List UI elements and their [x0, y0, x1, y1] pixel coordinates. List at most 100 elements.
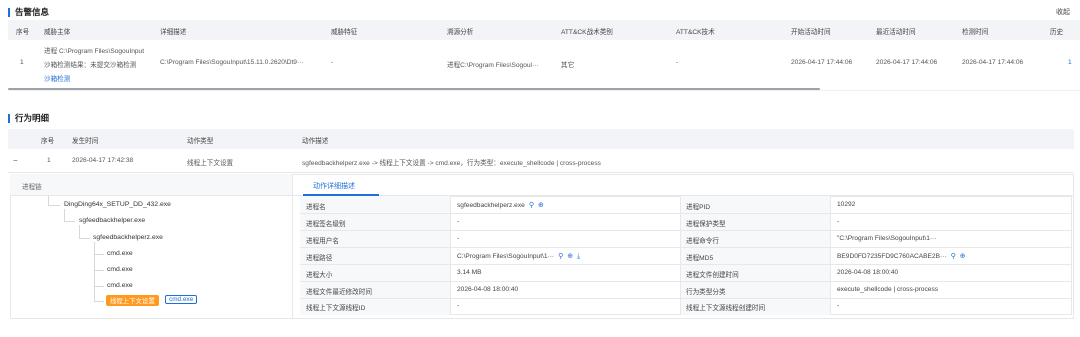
download-icon[interactable]: ⤓	[577, 253, 580, 261]
col-b-action-type: 动作类型	[187, 138, 214, 145]
detail-tab-bar	[293, 174, 1074, 196]
col-description: 详细描述	[160, 29, 187, 36]
tree-node-cmd-1[interactable]: cmd.exe	[107, 250, 133, 257]
col-detect-time: 检测时间	[962, 29, 989, 36]
behavior-section-title: 行为明细	[8, 112, 49, 124]
row-divider	[300, 281, 1072, 282]
detail-label: 进程文件最近修改时间	[306, 289, 372, 296]
detail-label: 进程文件创建时间	[686, 272, 739, 279]
alert-section-title-text: 告警信息	[15, 7, 50, 17]
tree-line	[79, 225, 80, 238]
detail-value: -	[457, 235, 460, 242]
zoom-icon[interactable]: ⊕	[567, 252, 573, 260]
col-feature: 威胁特征	[331, 29, 358, 36]
alert-tactic: 其它	[561, 62, 575, 69]
detail-value-process-name: sgfeedbackhelperz.exe ⚲ ⊕	[457, 201, 544, 209]
search-icon[interactable]: ⚲	[951, 252, 956, 260]
detail-value-pid: 10292	[837, 201, 856, 208]
detail-label: 进程PID	[686, 204, 711, 211]
detail-label: 进程名	[306, 204, 326, 211]
tree-node-cmd-3[interactable]: cmd.exe	[107, 282, 133, 289]
tree-node-sgfeedbackhelper[interactable]: sgfeedbackhelper.exe	[79, 217, 145, 224]
alert-table-row[interactable]: 1 进程 C:\Program Files\SogouInput 沙箱检测结果：…	[8, 40, 1080, 88]
process-chain-header: 进程链	[10, 174, 292, 196]
tree-line	[48, 196, 49, 205]
row-divider	[300, 298, 1072, 299]
row-collapse-toggle[interactable]: −	[13, 156, 18, 165]
detail-label: 线程上下文源线程创建时间	[686, 305, 766, 312]
detail-value: execute_shellcode | cross-process	[837, 286, 939, 293]
detail-value: 2026-04-08 18:00:40	[837, 269, 899, 276]
alert-last-time: 2026-04-17 17:44:06	[876, 59, 938, 66]
detail-label: 进程路径	[306, 255, 333, 262]
alert-trace[interactable]: 进程C:\Program Files\Sogoul···	[447, 59, 555, 69]
tree-line	[48, 205, 60, 206]
tree-node-cmd-2[interactable]: cmd.exe	[107, 266, 133, 273]
col-b-action-desc: 动作描述	[302, 138, 329, 145]
alert-subject-process: 进程 C:\Program Files\SogouInput	[44, 48, 145, 55]
alert-section-title: 告警信息	[8, 6, 49, 18]
detail-label: 进程用户名	[306, 238, 339, 245]
behavior-row-action-type: 线程上下文设置	[187, 160, 234, 167]
detail-label: 进程MD5	[686, 255, 714, 262]
zoom-icon[interactable]: ⊕	[960, 252, 966, 260]
behavior-row-action-desc: sgfeedbackhelperz.exe -> 线程上下文设置 -> cmd.…	[302, 160, 601, 167]
tab-action-detail-label: 动作详细描述	[313, 183, 355, 190]
tree-node-dingding[interactable]: DingDing64x_SETUP_DD_432.exe	[64, 201, 171, 208]
col-tactic: ATT&CK战术类别	[561, 29, 613, 36]
search-icon[interactable]: ⚲	[558, 252, 563, 260]
detail-value: -	[837, 218, 840, 225]
tree-line	[94, 242, 95, 302]
behavior-section-title-text: 行为明细	[15, 113, 50, 123]
behavior-table-row[interactable]: − 1 2026-04-17 17:42:38 线程上下文设置 sgfeedba…	[8, 150, 1074, 172]
zoom-icon[interactable]: ⊕	[538, 201, 544, 209]
behavior-table-header: 序号 发生时间 动作类型 动作描述	[8, 129, 1074, 149]
detail-table: 进程名 sgfeedbackhelperz.exe ⚲ ⊕ 进程PID 10292 …	[300, 196, 1072, 315]
target-tag-cmd[interactable]: cmd.exe	[165, 295, 198, 304]
alert-description: C:\Program Files\SogouInput\15.11.0.2620…	[160, 59, 304, 66]
detail-label: 线程上下文源线程ID	[306, 305, 366, 312]
detail-value-md5: BE9D0FD7235FD9C760ACABE2B··· ⚲ ⊕	[837, 252, 966, 260]
alert-technique: -	[676, 59, 679, 66]
col-history: 历史	[1050, 29, 1064, 36]
col-last-time: 最近活动时间	[876, 29, 916, 36]
process-chain-title: 进程链	[22, 184, 42, 191]
tab-action-detail[interactable]: 动作详细描述	[303, 174, 379, 196]
section-accent-bar	[8, 113, 10, 123]
sandbox-detect-link[interactable]: 沙箱检测	[44, 73, 70, 83]
col-b-time: 发生时间	[72, 138, 99, 145]
tree-node-sgfeedbackhelperz[interactable]: sgfeedbackhelperz.exe	[93, 234, 163, 241]
detail-value: -	[457, 218, 460, 225]
col-start-time: 开始活动时间	[791, 29, 831, 36]
tree-line	[94, 254, 104, 255]
tree-line	[79, 238, 90, 239]
row-divider	[300, 264, 1072, 265]
alert-feature: -	[331, 59, 334, 66]
alert-start-time: 2026-04-17 17:44:06	[791, 59, 853, 66]
tree-line	[64, 221, 75, 222]
col-technique: ATT&CK技术	[676, 29, 715, 36]
alert-history-count[interactable]: 1	[1068, 59, 1072, 66]
action-tag-thread-context[interactable]: 线程上下文设置	[106, 295, 159, 306]
detail-label: 进程大小	[306, 272, 333, 279]
detail-label: 行为类型分类	[686, 289, 726, 296]
detail-label: 进程命令行	[686, 238, 719, 245]
detail-value-cmdline: "C:\Program Files\SogouInput\1···	[837, 235, 937, 242]
tree-line	[94, 270, 104, 271]
detail-value: -	[837, 302, 840, 309]
detail-value: 2026-04-08 18:00:40	[457, 286, 519, 293]
col-b-index: 序号	[41, 138, 55, 145]
divider	[8, 172, 1074, 173]
behavior-row-time: 2026-04-17 17:42:38	[72, 157, 134, 164]
tree-line	[94, 301, 104, 302]
divider	[8, 90, 1080, 91]
section-accent-bar	[8, 7, 10, 17]
col-trace: 溯源分析	[447, 29, 474, 36]
alert-row-index: 1	[20, 59, 24, 66]
alert-detect-time: 2026-04-17 17:44:06	[962, 59, 1024, 66]
detail-value: 3.14 MB	[457, 269, 482, 276]
row-divider	[300, 230, 1072, 231]
collapse-button[interactable]: 收起	[1056, 7, 1070, 17]
search-icon[interactable]: ⚲	[529, 201, 534, 209]
detail-value-path: C:\Program Files\SogouInput\1··· ⚲ ⊕ ⤓	[457, 252, 581, 261]
